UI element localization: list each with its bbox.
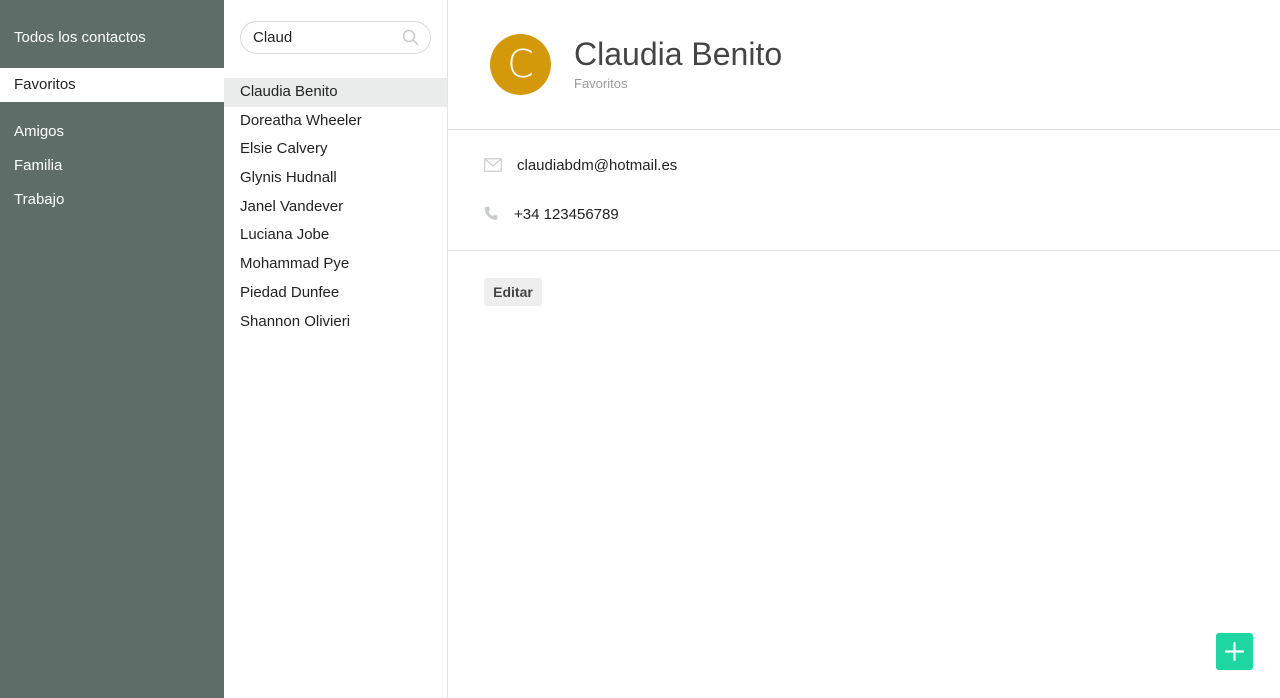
contact-name: Claudia Benito	[574, 36, 783, 72]
divider	[448, 250, 1280, 251]
contact-item[interactable]: Luciana Jobe	[224, 221, 447, 250]
avatar: C	[490, 34, 551, 95]
contact-item[interactable]: Glynis Hudnall	[224, 164, 447, 193]
contact-email[interactable]: claudiabdm@hotmail.es	[517, 157, 677, 174]
contact-item[interactable]: Doreatha Wheeler	[224, 107, 447, 136]
search-input[interactable]	[253, 22, 398, 53]
contact-item[interactable]: Shannon Olivieri	[224, 308, 447, 337]
contact-item[interactable]: Elsie Calvery	[224, 135, 447, 164]
plus-icon	[1224, 641, 1245, 662]
group-amigos[interactable]: Amigos	[0, 115, 224, 149]
contact-group-label: Favoritos	[574, 76, 628, 91]
contact-item[interactable]: Claudia Benito	[224, 78, 447, 107]
group-all-contacts[interactable]: Todos los contactos	[0, 21, 224, 55]
add-contact-button[interactable]	[1216, 633, 1253, 670]
contact-phone[interactable]: +34 123456789	[514, 206, 619, 223]
contact-item[interactable]: Janel Vandever	[224, 193, 447, 222]
search-box	[240, 21, 431, 54]
search-icon[interactable]	[402, 29, 419, 46]
group-trabajo[interactable]: Trabajo	[0, 183, 224, 217]
group-favoritos[interactable]: Favoritos	[0, 68, 224, 102]
groups-sidebar: Todos los contactos Favoritos Amigos Fam…	[0, 0, 224, 698]
contact-item[interactable]: Mohammad Pye	[224, 250, 447, 279]
contact-list: Claudia Benito Doreatha Wheeler Elsie Ca…	[224, 78, 447, 336]
contact-list-pane: Claudia Benito Doreatha Wheeler Elsie Ca…	[224, 0, 448, 698]
envelope-icon	[484, 158, 502, 172]
edit-button[interactable]: Editar	[484, 278, 542, 306]
phone-icon	[484, 206, 498, 221]
contact-detail: C Claudia Benito Favoritos claudiabdm@ho…	[448, 0, 1280, 698]
divider	[448, 129, 1280, 130]
group-familia[interactable]: Familia	[0, 149, 224, 183]
contact-item[interactable]: Piedad Dunfee	[224, 279, 447, 308]
